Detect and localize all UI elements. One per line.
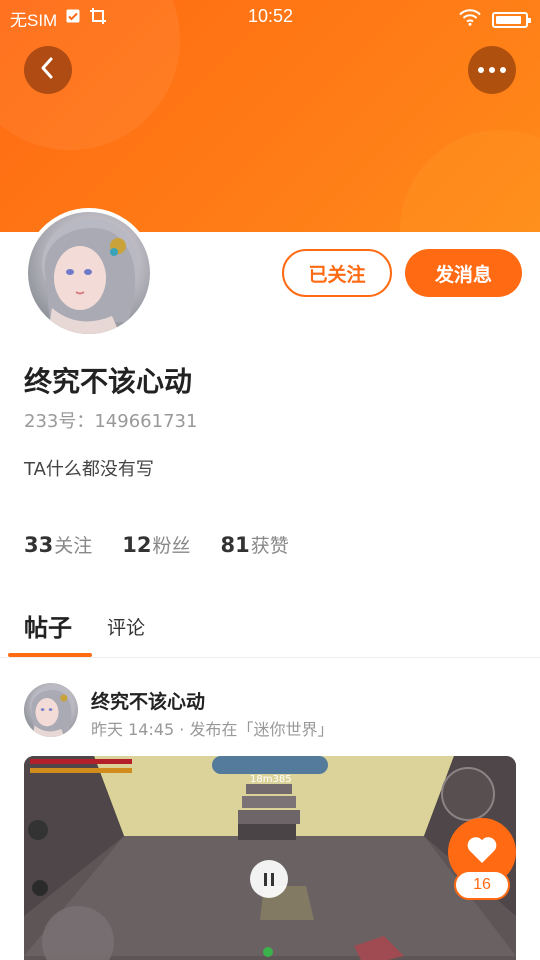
- tab-posts[interactable]: 帖子: [24, 608, 72, 643]
- hud-distance: 18m385: [250, 774, 292, 785]
- battery-icon: [492, 11, 531, 28]
- video-frame: 18m385: [24, 756, 516, 960]
- stat-likes-label: 获赞: [250, 535, 289, 557]
- crop-icon: [89, 7, 107, 30]
- post-author-avatar[interactable]: [24, 683, 78, 737]
- profile-stats: 33 关注 12 粉丝 81 获赞: [24, 531, 289, 558]
- wifi-icon: [458, 8, 482, 31]
- follow-button[interactable]: 已关注: [282, 249, 392, 297]
- stat-followers[interactable]: 12 粉丝: [122, 531, 190, 558]
- stat-following-label: 关注: [54, 535, 93, 557]
- carrier-label: 无SIM: [10, 11, 58, 30]
- profile-id: 233号：149661731: [24, 411, 198, 432]
- profile-header-banner: 无SIM 10:52: [0, 0, 540, 232]
- post-meta: 昨天 14:45 · 发布在「迷你世界」: [91, 720, 334, 739]
- stat-following-count: 33: [24, 533, 54, 557]
- pause-icon-bar: [271, 872, 274, 886]
- tab-active-indicator: [8, 653, 92, 657]
- stat-likes[interactable]: 81 获赞: [221, 531, 289, 558]
- profile-avatar[interactable]: [24, 208, 154, 338]
- post-video[interactable]: 18m385: [24, 756, 516, 960]
- content-tabs: 帖子 评论: [0, 600, 540, 658]
- video-pause-button[interactable]: [250, 860, 288, 898]
- stat-followers-count: 12: [122, 533, 152, 557]
- stat-following[interactable]: 33 关注: [24, 531, 92, 558]
- post-author-name[interactable]: 终究不该心动: [91, 687, 205, 714]
- back-button[interactable]: [24, 46, 72, 94]
- profile-bio: TA什么都没有写: [24, 459, 154, 480]
- tab-comments[interactable]: 评论: [107, 613, 145, 640]
- status-bar: 无SIM 10:52: [0, 0, 540, 34]
- avatar-image: [28, 212, 150, 334]
- stat-followers-label: 粉丝: [152, 535, 191, 557]
- banner-decoration: [400, 130, 540, 232]
- clock: 10:52: [248, 6, 294, 26]
- battery-fill: [496, 15, 522, 24]
- stat-likes-count: 81: [220, 533, 250, 557]
- pause-icon: [264, 872, 267, 886]
- chevron-left-icon: [38, 56, 58, 84]
- more-options-button[interactable]: [468, 46, 516, 94]
- like-count-badge: 16: [454, 870, 510, 900]
- more-dots-icon: [478, 67, 506, 73]
- profile-name: 终究不该心动: [24, 365, 193, 398]
- heart-icon: [466, 836, 498, 868]
- sim-check-icon: [65, 8, 81, 29]
- send-message-button[interactable]: 发消息: [405, 249, 522, 297]
